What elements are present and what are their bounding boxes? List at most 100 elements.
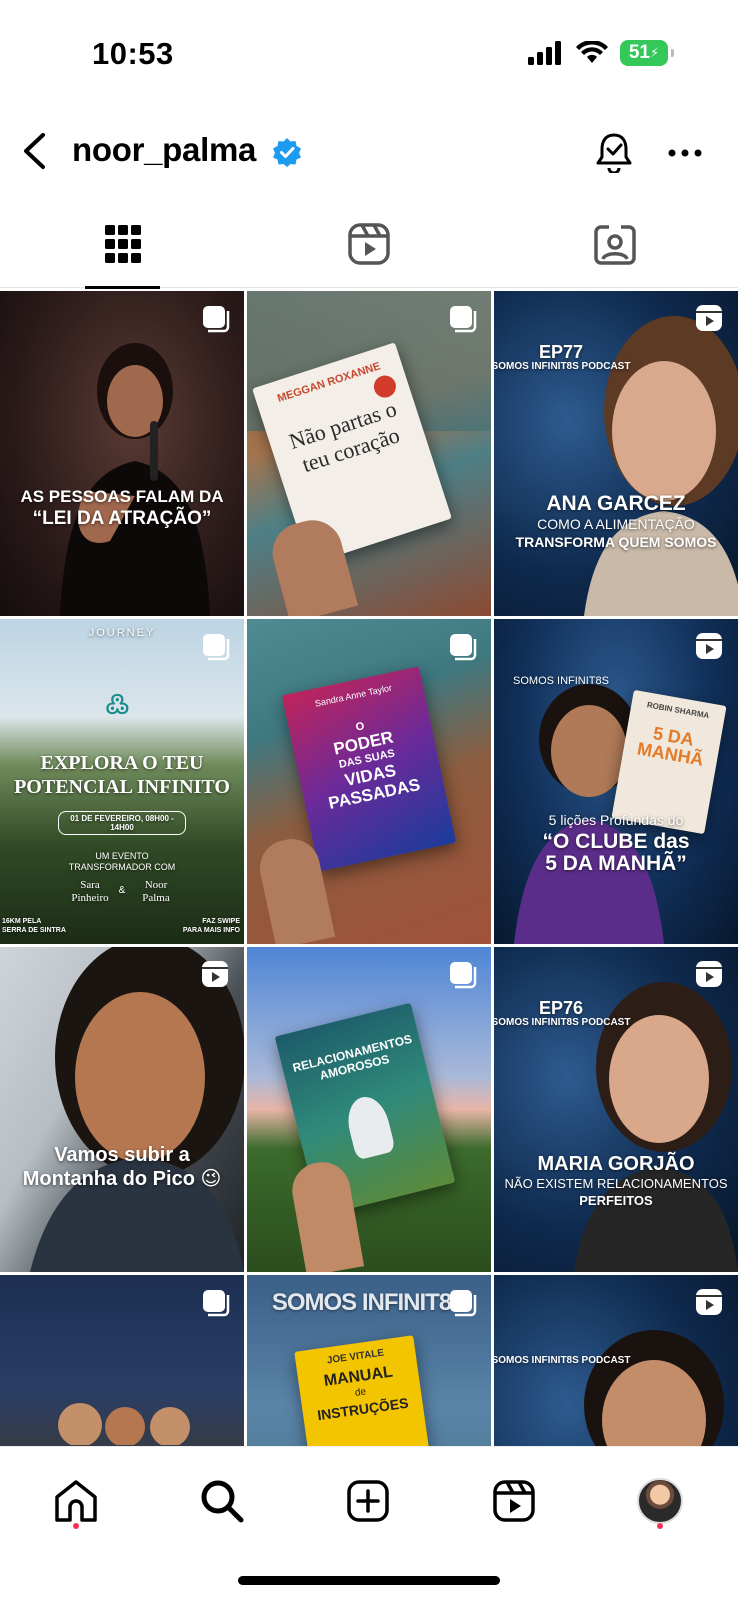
caption-line: COMO A ALIMENTAÇÃO [537,516,695,532]
post-caption: Vamos subir a Montanha do Pico 😉 [0,1143,244,1191]
reel-icon [696,1289,722,1315]
carousel-icon [450,1290,477,1317]
host-name: Noor Palma [136,879,176,905]
speaker-figure [60,343,210,616]
profile-avatar [637,1478,683,1524]
more-dots-icon [668,149,702,157]
tab-tagged[interactable] [492,200,738,288]
carousel-icon [450,306,477,333]
carousel-icon [450,634,477,661]
home-indicator[interactable] [238,1576,500,1585]
notifications-button[interactable] [592,129,636,175]
podcast-name: SOMOS INFINIT8S [513,675,609,687]
post-thumbnail[interactable]: RELACIONAMENTOS AMOROSOS [247,947,491,1272]
profile-tabs [0,200,738,289]
event-date: 01 DE FEVEREIRO, 08H00 - 14H00 [58,811,186,835]
guest-name: MARIA GORJÃO [537,1153,695,1175]
caption-line: PERFEITOS [579,1193,653,1208]
name-line: Pinheiro [71,892,109,904]
search-icon [201,1480,244,1523]
event-note-right: FAZ SWIPE PARA MAIS INFO [160,917,240,935]
profile-notification-dot [657,1523,663,1529]
nav-profile[interactable] [632,1473,688,1529]
carousel-icon [450,962,477,989]
host-name: Sara Pinheiro [70,879,110,905]
ampersand: & [118,885,126,896]
name-line: Noor [144,879,168,891]
guest-portrait [584,1330,724,1446]
caption-line: 5 lições Profundas do [548,812,684,828]
profile-username: noor_palma [72,131,257,168]
book-title: O PODER DAS SUAS VIDAS PASSADAS [290,706,445,818]
post-thumbnail[interactable]: SOMOS INFINIT8S JOE VITALE MANUAL de INS… [247,1275,491,1446]
podcast-name: SOMOS INFINIT8S PODCAST [494,1017,631,1028]
grid-icon [105,225,141,263]
podcast-name: SOMOS INFINIT8S PODCAST [494,1355,631,1366]
post-caption: ANA GARCEZ COMO A ALIMENTAÇÃO TRANSFORMA… [494,493,738,551]
nav-search[interactable] [194,1473,250,1529]
tab-posts-grid[interactable] [0,200,246,289]
note-line: PARA MAIS INFO [182,927,240,934]
book-title: 5 DA MANHÃ [635,722,706,770]
post-thumbnail[interactable] [0,1275,244,1446]
reel-icon [696,961,722,987]
caption-line: AS PESSOAS FALAM DA [20,487,224,506]
caption-line: TRANSFORMA QUEM SOMOS [515,534,717,550]
cellular-signal-icon [528,41,561,65]
nav-home[interactable] [48,1473,104,1529]
status-icons: 51 ⚡ [528,40,674,66]
title-line: EXPLORA O TEU [40,752,204,774]
post-thumbnail[interactable]: EP76 SOMOS INFINIT8S PODCAST MARIA GORJÃ… [494,947,738,1272]
post-thumbnail[interactable]: AS PESSOAS FALAM DA “LEI DA ATRAÇÃO” [0,291,244,616]
tagged-user-icon [594,225,636,265]
caption-line: “O CLUBE das [542,830,690,853]
post-thumbnail[interactable]: Sandra Anne Taylor O PODER DAS SUAS VIDA… [247,619,491,944]
podcast-label: EP77 SOMOS INFINIT8S PODCAST [494,343,738,373]
wifi-icon [576,41,608,63]
back-button[interactable] [14,129,54,173]
note-line: 16KM PELA [2,918,42,925]
post-thumbnail[interactable]: MEGGAN ROXANNE Não partas o teu coração [247,291,491,616]
event-note-left: 16KM PELA SERRA DE SINTRA [2,917,82,935]
episode-number: EP77 [538,342,584,362]
note-line: FAZ SWIPE [202,918,240,925]
post-caption: AS PESSOAS FALAM DA “LEI DA ATRAÇÃO” [0,486,244,530]
battery-level: 51 [628,42,650,63]
podcast-label: EP76 SOMOS INFINIT8S PODCAST [494,999,738,1029]
book-author: Sandra Anne Taylor [314,682,393,709]
post-thumbnail[interactable]: SOMOS INFINIT8S ROBIN SHARMA 5 DA MANHÃ … [494,619,738,944]
carousel-icon [203,306,230,333]
post-thumbnail[interactable]: Vamos subir a Montanha do Pico 😉 [0,947,244,1272]
plus-square-icon [347,1480,389,1522]
chevron-left-icon [24,133,45,169]
guest-name: ANA GARCEZ [546,492,686,515]
event-subtitle: UM EVENTO TRANSFORMADOR COM [0,851,244,873]
triskelion-logo: ߷ [105,689,130,719]
bell-check-icon [596,133,632,173]
tab-reels[interactable] [246,200,492,288]
group-selfie [58,1403,190,1445]
reels-icon [348,223,390,265]
carousel-icon [203,634,230,661]
event-title: EXPLORA O TEU POTENCIAL INFINITO [0,751,244,799]
post-thumbnail[interactable]: SOMOS INFINIT8S PODCAST [494,1275,738,1446]
carousel-icon [203,1290,230,1317]
home-icon [55,1480,97,1522]
caption-line: “LEI DA ATRAÇÃO” [32,508,212,529]
nav-create[interactable] [340,1473,396,1529]
profile-header: noor_palma [0,115,738,190]
nav-reels[interactable] [486,1473,542,1529]
post-thumbnail[interactable]: EP77 SOMOS INFINIT8S PODCAST ANA GARCEZ … [494,291,738,616]
more-options-button[interactable] [662,133,708,173]
book-cover: JOE VITALE MANUAL de INSTRUÇÕES [294,1335,430,1446]
caption-line: Vamos subir a [54,1144,190,1166]
subtitle-line: UM EVENTO [95,851,149,861]
reel-icon [696,305,722,331]
name-line: Palma [142,892,170,904]
title-line: POTENCIAL INFINITO [14,776,230,798]
reel-icon [202,961,228,987]
subtitle-line: TRANSFORMADOR COM [68,862,176,872]
note-line: SERRA DE SINTRA [2,927,66,934]
caption-line: Montanha do Pico 😉 [22,1168,222,1190]
post-thumbnail[interactable]: JOURNEY ߷ EXPLORA O TEU POTENCIAL INFINI… [0,619,244,944]
